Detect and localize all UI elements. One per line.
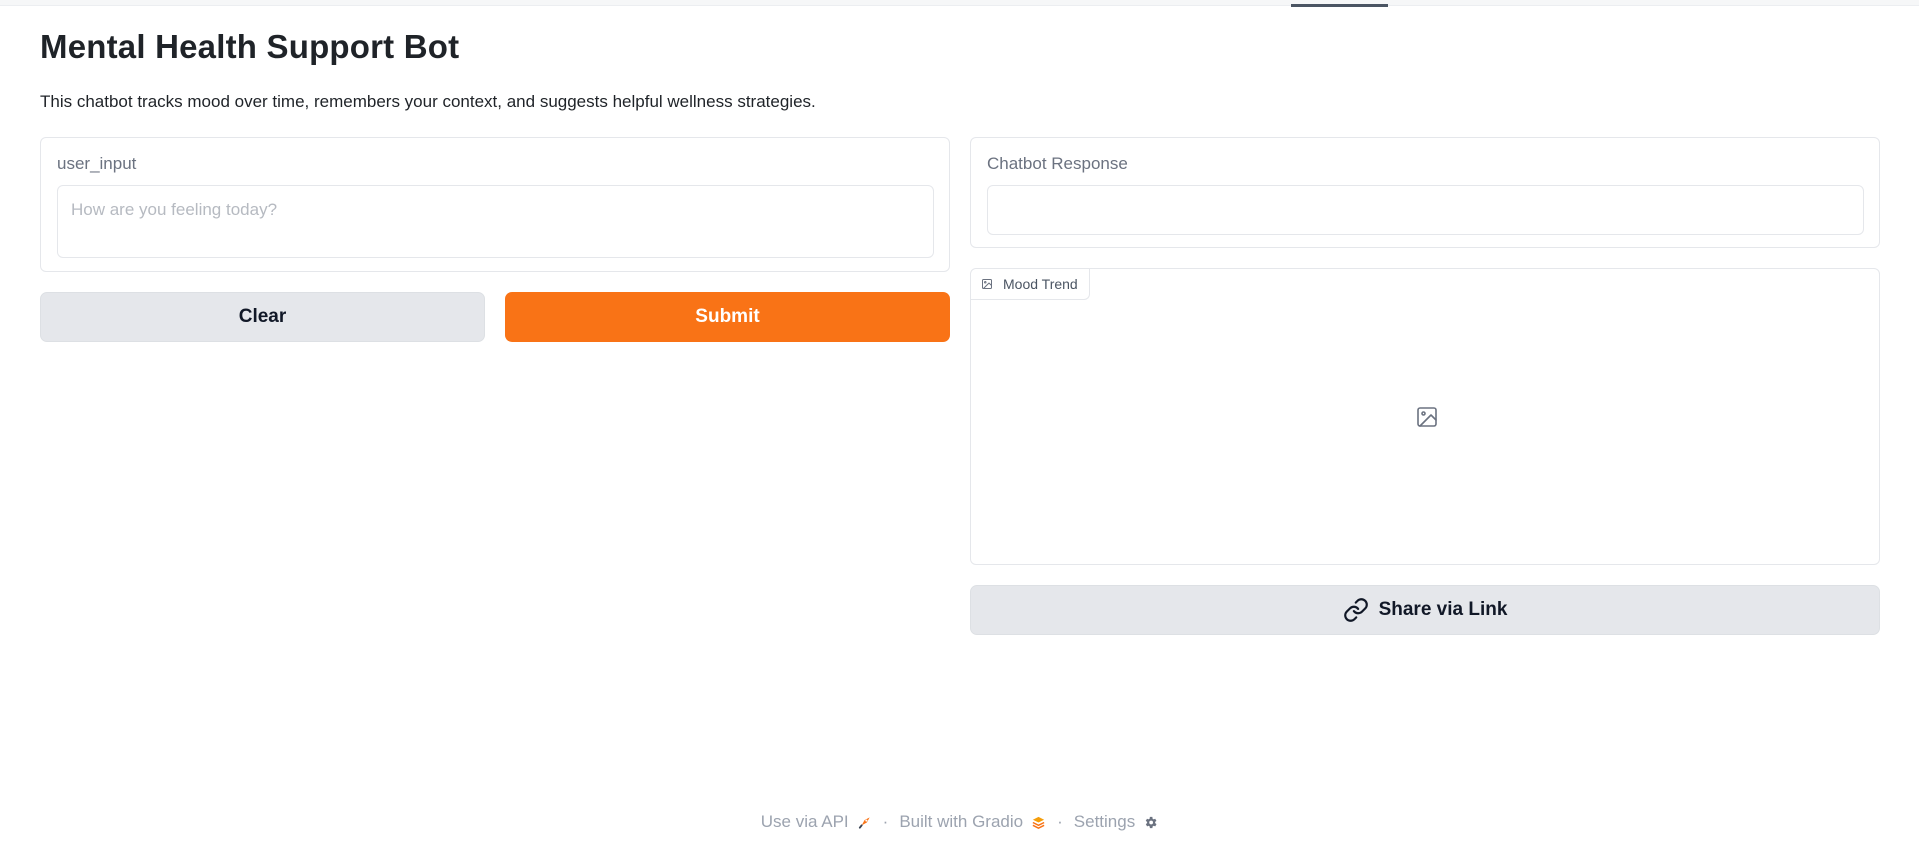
footer-separator: ·: [1057, 812, 1063, 831]
use-via-api-link[interactable]: Use via API: [761, 812, 872, 832]
footer: Use via API · Built with Gradio · Settin…: [0, 812, 1919, 832]
user-input-label: user_input: [57, 154, 137, 173]
use-via-api-label: Use via API: [760, 812, 849, 831]
top-bar: [0, 0, 1919, 7]
gear-icon: [1145, 816, 1157, 828]
user-input-panel: user_input: [40, 137, 950, 272]
rocket-icon: [858, 816, 870, 829]
image-icon: [982, 279, 992, 289]
chatbot-response-panel: Chatbot Response: [970, 137, 1880, 248]
gradio-logo-icon: [1032, 816, 1045, 829]
mood-trend-label: Mood Trend: [1003, 276, 1078, 292]
share-button-label: Share via Link: [1378, 599, 1508, 620]
footer-separator: ·: [882, 812, 889, 831]
mood-trend-panel: Mood Trend: [970, 268, 1880, 565]
image-placeholder-icon: [1417, 407, 1437, 427]
link-icon: [1343, 598, 1368, 622]
share-via-link-button[interactable]: Share via Link: [970, 585, 1880, 635]
submit-button[interactable]: Submit: [505, 292, 950, 342]
tab-indicator: [1291, 4, 1388, 7]
page-title: Mental Health Support Bot: [40, 28, 460, 65]
clear-button[interactable]: Clear: [40, 292, 485, 342]
page-description: This chatbot tracks mood over time, reme…: [40, 92, 816, 111]
chatbot-response-label: Chatbot Response: [987, 154, 1128, 173]
built-with-gradio-link[interactable]: Built with Gradio: [899, 812, 1046, 832]
mood-trend-label-badge: Mood Trend: [971, 269, 1090, 300]
chatbot-response-output[interactable]: [987, 185, 1864, 235]
settings-label: Settings: [1073, 812, 1136, 831]
user-input-textarea[interactable]: [57, 185, 934, 258]
built-with-gradio-label: Built with Gradio: [899, 812, 1024, 831]
settings-link[interactable]: Settings: [1074, 812, 1158, 832]
